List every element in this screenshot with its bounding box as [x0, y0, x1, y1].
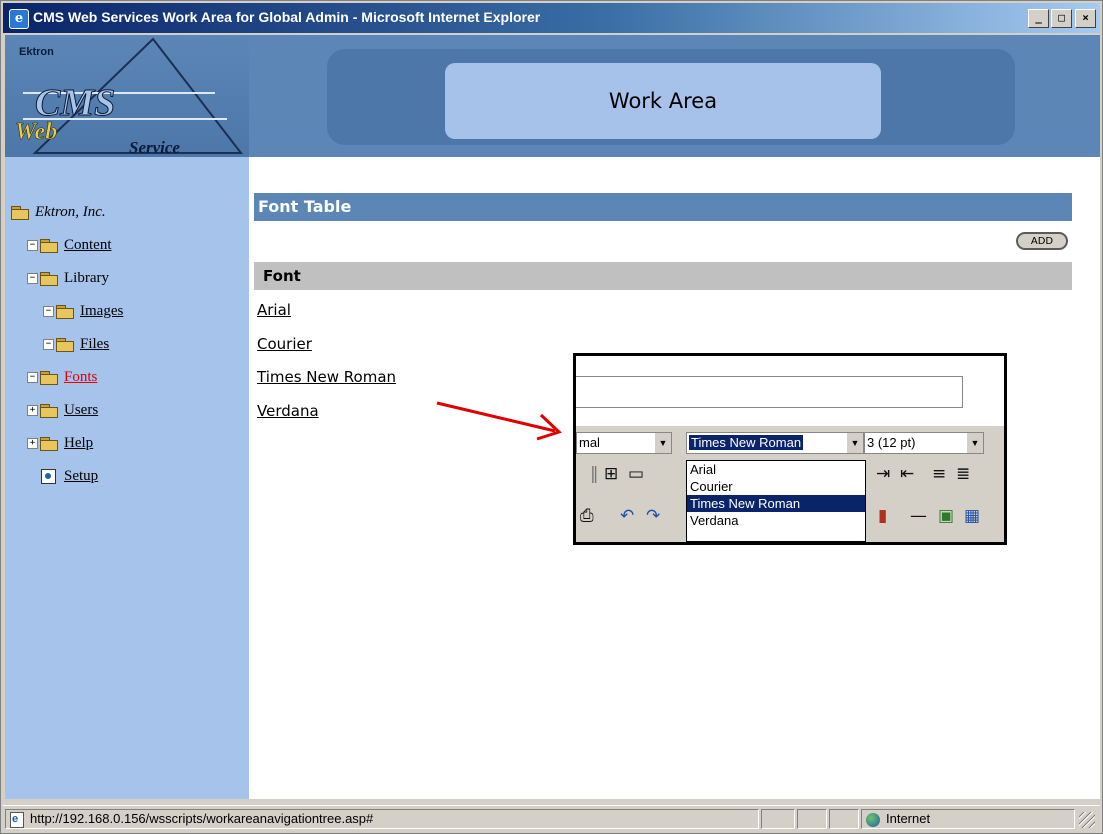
dropdown-arrow-icon: ▼	[847, 433, 863, 453]
editor-text-field[interactable]	[576, 376, 963, 408]
print-icon[interactable]: ⎙	[580, 506, 594, 526]
status-pane-empty-1	[761, 809, 795, 829]
insert-image-icon[interactable]: ▣	[938, 506, 954, 526]
status-pane-empty-3	[829, 809, 859, 829]
tree-root-label: Ektron, Inc.	[35, 204, 106, 220]
collapse-icon[interactable]: −	[43, 339, 54, 351]
insert-table-icon[interactable]: ▦	[964, 506, 980, 526]
logo-company-text: Ektron	[19, 46, 54, 58]
font-column-header: Font	[254, 262, 1072, 290]
tree-root-ektron[interactable]: Ektron, Inc.	[11, 201, 106, 223]
tree-item-label: Files	[80, 336, 110, 352]
font-link-courier[interactable]: Courier	[257, 335, 312, 353]
status-zone-pane: Internet	[861, 809, 1075, 829]
status-bar: http://192.168.0.156/wsscripts/workarean…	[3, 805, 1100, 832]
dropdown-arrow-icon: ▼	[967, 433, 983, 453]
tree-item-users[interactable]: + Users	[27, 399, 98, 421]
align-left-icon[interactable]: ≡	[932, 464, 946, 484]
minimize-button[interactable]: _	[1028, 9, 1049, 28]
title-bar: e CMS Web Services Work Area for Global …	[3, 3, 1100, 33]
resize-grip-icon[interactable]	[1079, 812, 1095, 828]
folder-icon	[40, 404, 58, 419]
font-option-arial[interactable]: Arial	[687, 461, 865, 478]
red-arrow	[436, 401, 562, 441]
logo-graphic: Ektron CMS Web Service	[15, 37, 244, 157]
expand-icon[interactable]: +	[27, 405, 38, 417]
form-field-icon[interactable]: ▭	[628, 464, 644, 484]
status-zone: Internet	[886, 811, 931, 826]
tree-item-files[interactable]: − Files	[43, 333, 109, 355]
size-select[interactable]: 3 (12 pt) ▼	[864, 432, 984, 454]
status-url-pane: http://192.168.0.156/wsscripts/workarean…	[5, 809, 759, 829]
tree-item-label: Library	[64, 270, 109, 286]
font-select[interactable]: Times New Roman ▼	[686, 432, 864, 454]
font-option-times-new-roman[interactable]: Times New Roman	[687, 495, 865, 512]
tree-item-label: Users	[64, 402, 99, 418]
undo-icon[interactable]: ↶	[620, 506, 634, 526]
navigation-sidebar: Ektron CMS Web Service Ektron, Inc. − Con…	[5, 35, 249, 799]
horizontal-rule-icon[interactable]: —	[910, 506, 927, 526]
folder-icon	[40, 437, 58, 452]
tree-item-label: Setup	[64, 468, 99, 484]
font-link-verdana[interactable]: Verdana	[257, 402, 319, 420]
folder-icon	[40, 272, 58, 287]
redo-icon[interactable]: ↷	[646, 506, 660, 526]
toolbar-separator-icon: ‖	[590, 464, 599, 484]
internet-globe-icon	[866, 812, 880, 827]
tree-item-label: Content	[64, 237, 112, 253]
tree-item-content[interactable]: − Content	[27, 234, 112, 256]
logo-cms-text: CMS	[35, 82, 115, 124]
collapse-icon[interactable]: −	[27, 273, 38, 285]
page-icon	[10, 810, 24, 828]
tree-item-library[interactable]: − Library	[27, 267, 109, 289]
tree-item-images[interactable]: − Images	[43, 300, 123, 322]
browser-window: e CMS Web Services Work Area for Global …	[0, 0, 1103, 834]
align-center-icon[interactable]: ≣	[956, 464, 970, 484]
font-link-times-new-roman[interactable]: Times New Roman	[257, 368, 396, 386]
status-pane-empty-2	[797, 809, 827, 829]
expand-icon[interactable]: +	[27, 438, 38, 450]
font-dropdown-list[interactable]: Arial Courier Times New Roman Verdana	[686, 460, 866, 542]
close-button[interactable]: ×	[1075, 9, 1096, 28]
folder-icon	[11, 206, 29, 221]
header-band: Work Area	[249, 35, 1100, 157]
font-option-courier[interactable]: Courier	[687, 478, 865, 495]
tree-item-label: Help	[64, 435, 94, 451]
tree-item-label: Images	[80, 303, 124, 319]
library-books-icon[interactable]: ▮	[878, 506, 887, 526]
tree-item-fonts[interactable]: − Fonts	[27, 366, 97, 388]
tree-item-setup[interactable]: Setup	[41, 465, 98, 487]
collapse-icon[interactable]: −	[27, 240, 38, 252]
logo-service-text: Service	[129, 138, 180, 157]
logo-web-text: Web	[15, 119, 57, 145]
outdent-icon[interactable]: ⇤	[900, 464, 914, 484]
tree-item-label: Fonts	[64, 369, 98, 385]
folder-icon	[40, 239, 58, 254]
table-icon[interactable]: ⊞	[604, 464, 618, 484]
folder-icon	[40, 371, 58, 386]
window-title: CMS Web Services Work Area for Global Ad…	[33, 9, 541, 25]
tree-item-help[interactable]: + Help	[27, 432, 93, 454]
collapse-icon[interactable]: −	[43, 306, 54, 318]
dropdown-arrow-icon: ▼	[655, 433, 671, 453]
folder-icon	[56, 305, 74, 320]
font-link-arial[interactable]: Arial	[257, 301, 291, 319]
indent-icon[interactable]: ⇥	[876, 464, 890, 484]
status-url: http://192.168.0.156/wsscripts/workarean…	[30, 811, 374, 826]
folder-icon	[56, 338, 74, 353]
section-title: Font Table	[254, 193, 1072, 221]
editor-toolbar-inset: mal ▼ Times New Roman ▼ 3 (12 pt) ▼ Arial C…	[573, 353, 1007, 545]
ektron-cms-web-service-logo: Ektron CMS Web Service	[5, 35, 249, 157]
page-title: Work Area	[445, 63, 881, 139]
add-font-button[interactable]: ADD	[1016, 232, 1068, 250]
font-option-verdana[interactable]: Verdana	[687, 512, 865, 529]
editor-toolbar: mal ▼ Times New Roman ▼ 3 (12 pt) ▼ Arial C…	[576, 426, 1004, 542]
setup-page-icon	[41, 469, 56, 485]
ie-app-icon: e	[9, 9, 29, 29]
collapse-icon[interactable]: −	[27, 372, 38, 384]
style-select[interactable]: mal ▼	[576, 432, 672, 454]
maximize-button[interactable]: □	[1051, 9, 1072, 28]
